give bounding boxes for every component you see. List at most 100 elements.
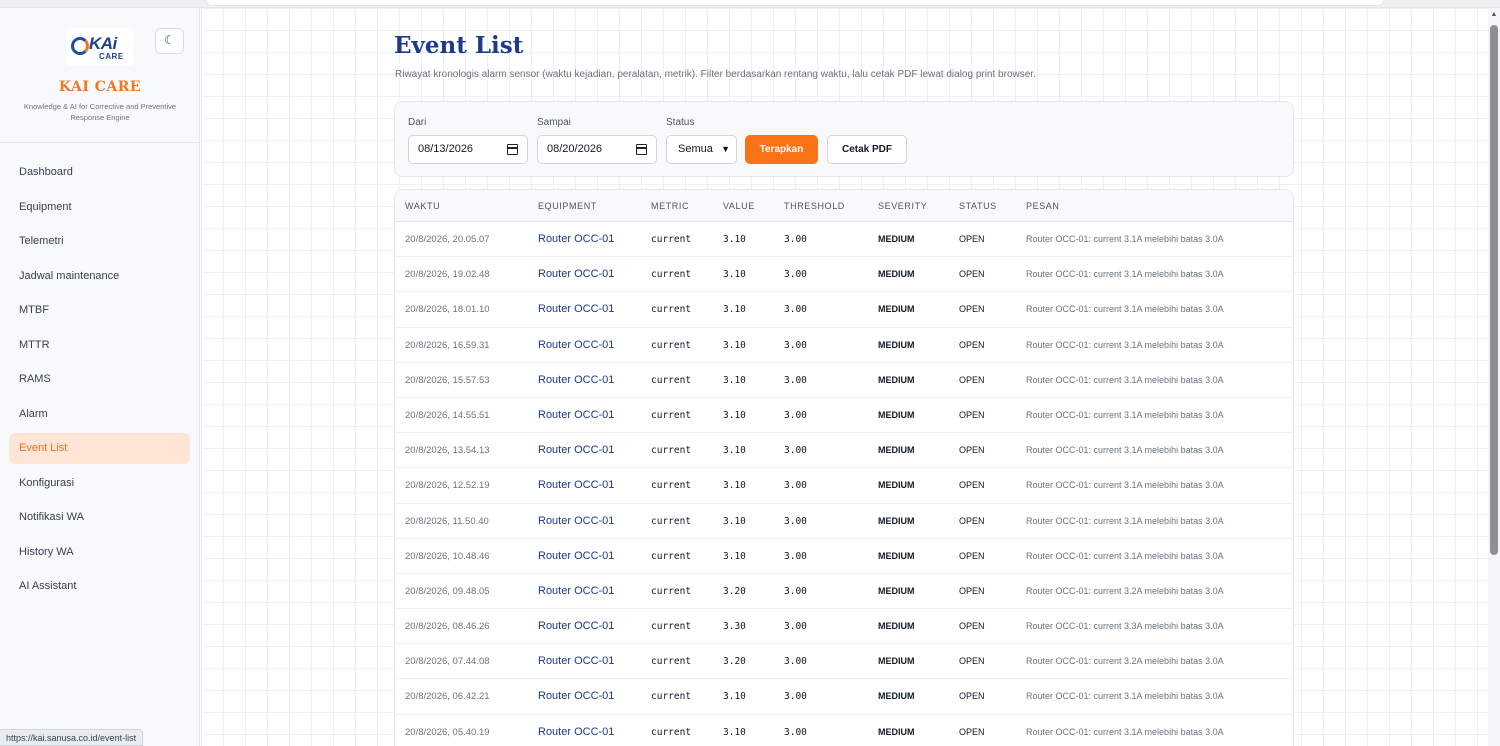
cell-status: OPEN [959, 726, 985, 737]
logo-subtext: CARE [99, 52, 124, 61]
status-select-value: Semua [678, 143, 713, 155]
cell-equipment-link[interactable]: Router OCC-01 [538, 644, 614, 679]
cell-equipment-link[interactable]: Router OCC-01 [538, 328, 614, 363]
status-select[interactable]: Semua ▼ [666, 135, 737, 164]
sidebar-item-rams[interactable]: RAMS [9, 364, 190, 395]
cell-threshold: 3.00 [784, 304, 807, 316]
apply-button[interactable]: Terapkan [745, 135, 818, 164]
sidebar-item-alarm[interactable]: Alarm [9, 399, 190, 430]
to-label: Sampai [537, 117, 571, 128]
cell-message: Router OCC-01: current 3.1A melebihi bat… [1026, 550, 1224, 561]
theme-toggle-button[interactable]: ☾ [155, 28, 184, 54]
cell-severity: MEDIUM [878, 691, 915, 702]
cell-threshold: 3.00 [784, 726, 807, 738]
from-date-input[interactable]: 08/13/2026 [408, 135, 528, 164]
app-logo: KAi CARE [67, 28, 133, 66]
sidebar-item-event-list[interactable]: Event List [9, 433, 190, 464]
table-row: 20/8/2026, 16.59.31 Router OCC-01 current 3… [395, 328, 1293, 363]
cell-message: Router OCC-01: current 3.1A melebihi bat… [1026, 409, 1224, 420]
page-description: Riwayat kronologis alarm sensor (waktu k… [395, 69, 1036, 80]
scroll-up-icon[interactable]: ▲ [1490, 11, 1498, 19]
cell-metric: current [651, 269, 692, 281]
cell-equipment-link[interactable]: Router OCC-01 [538, 539, 614, 574]
app-tagline: Knowledge & AI for Corrective and Preven… [23, 102, 177, 122]
cell-message: Router OCC-01: current 3.1A melebihi bat… [1026, 445, 1224, 456]
cell-equipment-link[interactable]: Router OCC-01 [538, 292, 614, 327]
page-scrollbar-thumb[interactable] [1490, 25, 1498, 555]
cell-value: 3.20 [723, 656, 746, 668]
sidebar-item-mttr[interactable]: MTTR [9, 330, 190, 361]
calendar-icon[interactable] [507, 144, 518, 155]
col-header-severity: SEVERITY [878, 201, 928, 211]
table-row: 20/8/2026, 11.50.40 Router OCC-01 current 3… [395, 504, 1293, 539]
cell-message: Router OCC-01: current 3.1A melebihi bat… [1026, 304, 1224, 315]
cell-message: Router OCC-01: current 3.1A melebihi bat… [1026, 269, 1224, 280]
to-date-input[interactable]: 08/20/2026 [537, 135, 657, 164]
col-header-metric: METRIC [651, 201, 690, 211]
cell-message: Router OCC-01: current 3.1A melebihi bat… [1026, 691, 1224, 702]
cell-status: OPEN [959, 691, 985, 702]
sidebar-item-dashboard[interactable]: Dashboard [9, 157, 190, 188]
cell-equipment-link[interactable]: Router OCC-01 [538, 257, 614, 292]
col-header-message: PESAN [1026, 201, 1060, 211]
sidebar-item-mtbf[interactable]: MTBF [9, 295, 190, 326]
print-pdf-button[interactable]: Cetak PDF [827, 135, 907, 164]
cell-time: 20/8/2026, 06.42.21 [405, 691, 490, 703]
cell-equipment-link[interactable]: Router OCC-01 [538, 433, 614, 468]
sidebar-item-notifikasi-wa[interactable]: Notifikasi WA [9, 502, 190, 533]
table-row: 20/8/2026, 07.44.08 Router OCC-01 current 3… [395, 644, 1293, 680]
cell-time: 20/8/2026, 07.44.08 [405, 656, 490, 668]
cell-severity: MEDIUM [878, 621, 915, 632]
cell-time: 20/8/2026, 05.40.19 [405, 726, 490, 738]
table-row: 20/8/2026, 13.54.13 Router OCC-01 current 3… [395, 433, 1293, 469]
cell-time: 20/8/2026, 08.46.26 [405, 621, 490, 633]
chevron-down-icon: ▼ [721, 144, 730, 154]
table-row: 20/8/2026, 15.57.53 Router OCC-01 current 3… [395, 363, 1293, 398]
cell-value: 3.10 [723, 374, 746, 386]
cell-value: 3.10 [723, 269, 746, 281]
cell-equipment-link[interactable]: Router OCC-01 [538, 609, 614, 644]
cell-time: 20/8/2026, 12.52.19 [405, 480, 490, 492]
table-row: 20/8/2026, 10.48.46 Router OCC-01 current 3… [395, 539, 1293, 574]
cell-threshold: 3.00 [784, 656, 807, 668]
cell-message: Router OCC-01: current 3.2A melebihi bat… [1026, 585, 1224, 596]
cell-threshold: 3.00 [784, 585, 807, 597]
cell-metric: current [651, 374, 692, 386]
cell-time: 20/8/2026, 11.50.40 [405, 515, 489, 527]
cell-metric: current [651, 339, 692, 351]
sidebar-item-jadwal-maintenance[interactable]: Jadwal maintenance [9, 261, 190, 292]
cell-equipment-link[interactable]: Router OCC-01 [538, 363, 614, 398]
to-date-value: 08/20/2026 [547, 143, 603, 155]
calendar-icon[interactable] [636, 144, 647, 155]
cell-equipment-link[interactable]: Router OCC-01 [538, 715, 614, 746]
cell-message: Router OCC-01: current 3.1A melebihi bat… [1026, 480, 1224, 491]
cell-equipment-link[interactable]: Router OCC-01 [538, 222, 614, 257]
moon-icon: ☾ [164, 33, 175, 47]
cell-equipment-link[interactable]: Router OCC-01 [538, 398, 614, 433]
table-row: 20/8/2026, 06.42.21 Router OCC-01 current 3… [395, 679, 1293, 715]
cell-status: OPEN [959, 374, 985, 385]
cell-time: 20/8/2026, 09.48.05 [405, 585, 490, 597]
cell-equipment-link[interactable]: Router OCC-01 [538, 679, 614, 714]
cell-severity: MEDIUM [878, 445, 915, 456]
browser-address-strip [205, 0, 1385, 6]
cell-time: 20/8/2026, 19.02.48 [405, 269, 490, 281]
cell-value: 3.30 [723, 621, 746, 633]
cell-value: 3.10 [723, 480, 746, 492]
cell-equipment-link[interactable]: Router OCC-01 [538, 504, 614, 539]
cell-metric: current [651, 409, 692, 421]
cell-threshold: 3.00 [784, 621, 807, 633]
status-label: Status [666, 117, 695, 128]
sidebar-item-konfigurasi[interactable]: Konfigurasi [9, 468, 190, 499]
sidebar-item-equipment[interactable]: Equipment [9, 192, 190, 223]
cell-equipment-link[interactable]: Router OCC-01 [538, 574, 614, 609]
sidebar-item-ai-assistant[interactable]: AI Assistant [9, 571, 190, 602]
sidebar-item-telemetri[interactable]: Telemetri [9, 226, 190, 257]
cell-status: OPEN [959, 621, 985, 632]
cell-threshold: 3.00 [784, 269, 807, 281]
cell-message: Router OCC-01: current 3.1A melebihi bat… [1026, 515, 1224, 526]
cell-severity: MEDIUM [878, 304, 915, 315]
sidebar-item-history-wa[interactable]: History WA [9, 537, 190, 568]
cell-equipment-link[interactable]: Router OCC-01 [538, 468, 614, 503]
table-row: 20/8/2026, 05.40.19 Router OCC-01 current 3… [395, 715, 1293, 746]
